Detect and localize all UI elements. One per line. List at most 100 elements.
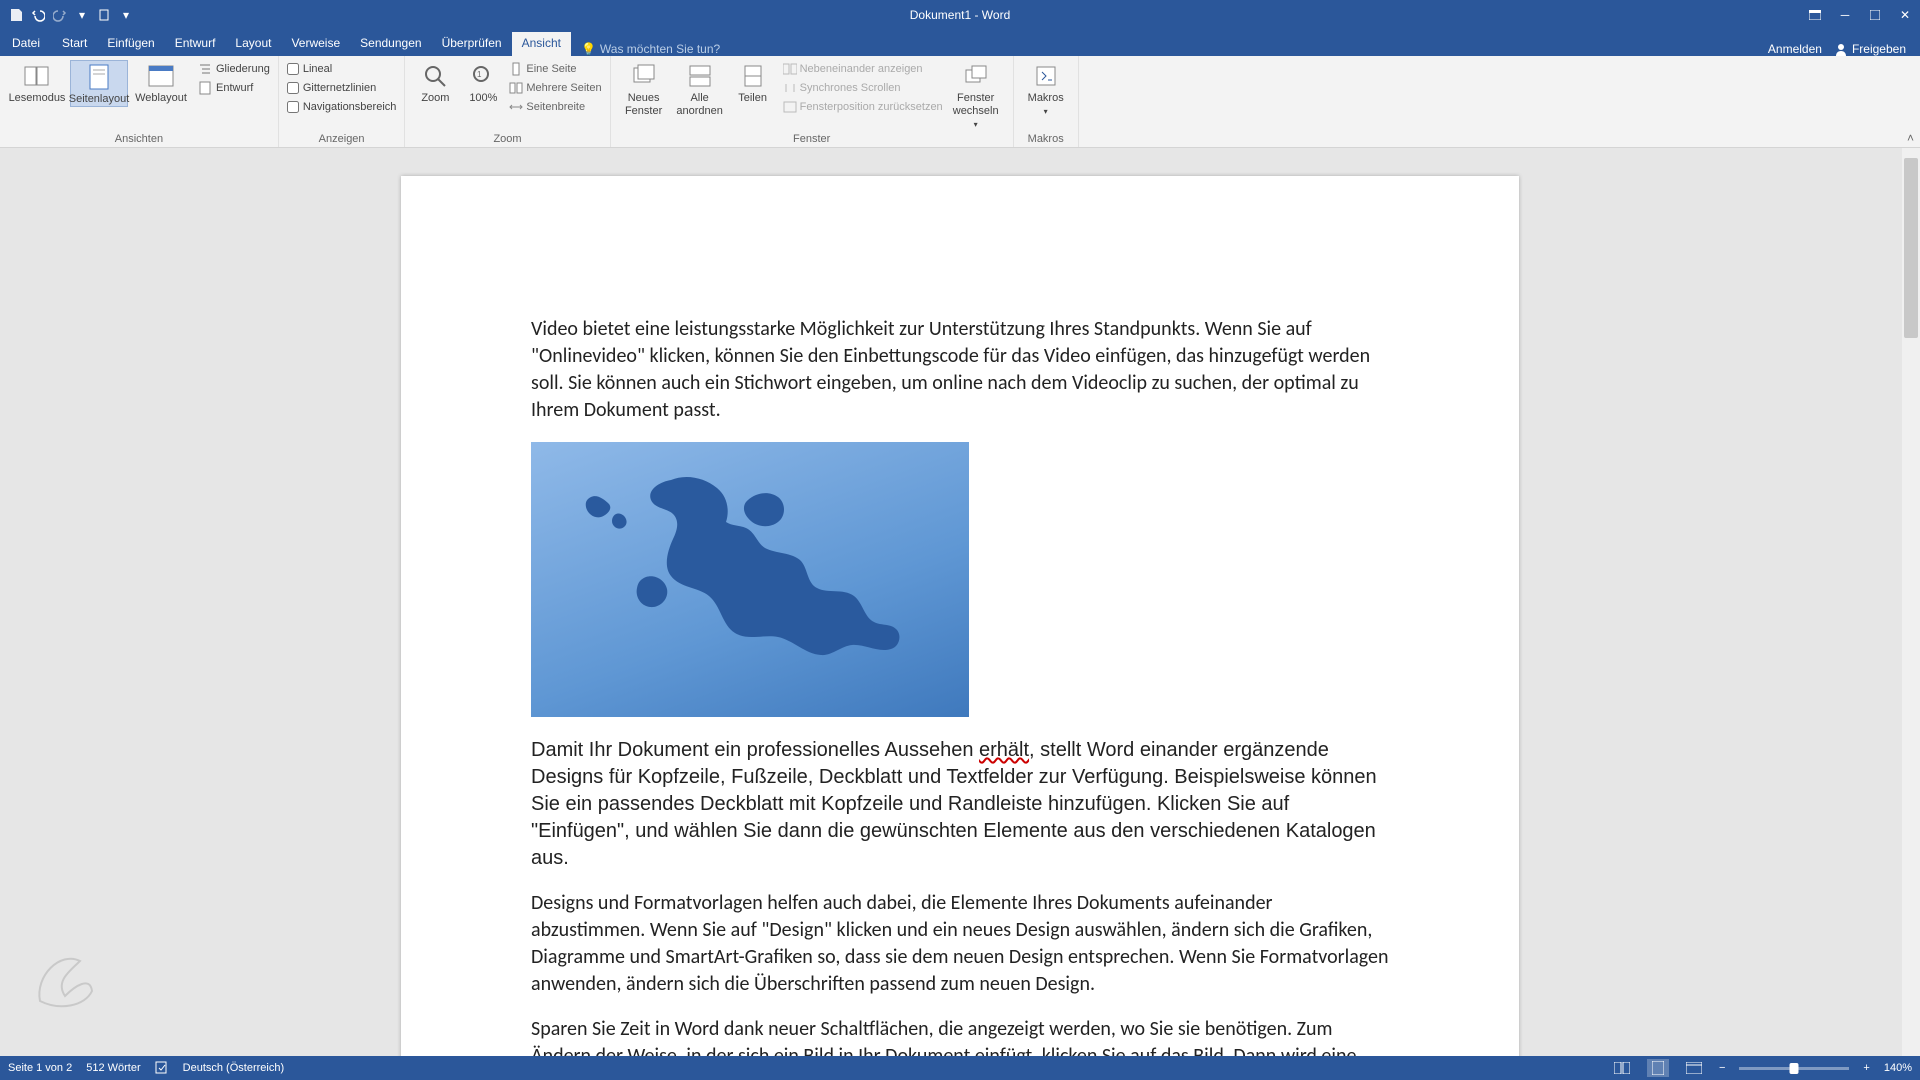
group-views: Lesemodus Seitenlayout Weblayout Glieder… (0, 56, 279, 147)
zoom-100-button[interactable]: 1 100% (461, 60, 505, 105)
collapse-ribbon-icon[interactable]: ˄ (1907, 131, 1914, 145)
split-icon (739, 62, 767, 90)
ruler-checkbox[interactable]: Lineal (287, 60, 397, 78)
macros-button[interactable]: Makros ▾ (1022, 60, 1070, 118)
page-width-icon (509, 100, 523, 114)
status-language[interactable]: Deutsch (Österreich) (183, 1062, 284, 1074)
web-layout-label: Weblayout (135, 92, 187, 105)
draft-icon (198, 81, 212, 95)
spell-error[interactable]: erhält (979, 739, 1029, 761)
group-views-label: Ansichten (8, 131, 270, 145)
person-icon (1834, 42, 1848, 56)
europe-map-image[interactable] (531, 442, 969, 717)
sync-scroll-button: Synchrones Scrollen (783, 79, 943, 97)
reset-pos-icon (783, 101, 797, 113)
quick-access-toolbar: ▾ ▾ (0, 5, 136, 25)
macros-label: Makros (1028, 92, 1064, 105)
outline-icon (198, 62, 212, 76)
paragraph[interactable]: Designs und Formatvorlagen helfen auch d… (531, 890, 1389, 998)
reading-mode-icon (23, 62, 51, 90)
status-word-count[interactable]: 512 Wörter (86, 1062, 140, 1074)
web-layout-icon (147, 62, 175, 90)
redo-icon[interactable] (50, 5, 70, 25)
zoom-100-icon: 1 (469, 62, 497, 90)
zoom-button[interactable]: Zoom (413, 60, 457, 105)
zoom-out-button[interactable]: − (1719, 1062, 1725, 1074)
group-show-label: Anzeigen (287, 131, 397, 145)
group-window: Neues Fenster Alle anordnen Teilen Neben… (611, 56, 1014, 147)
ribbon: Lesemodus Seitenlayout Weblayout Glieder… (0, 56, 1920, 148)
switch-windows-button[interactable]: Fenster wechseln ▾ (947, 60, 1005, 131)
document-page[interactable]: Video bietet eine leistungsstarke Möglic… (401, 176, 1519, 1056)
touch-mode-icon[interactable] (94, 5, 114, 25)
chevron-down-icon: ▾ (1044, 105, 1048, 118)
reset-position-button: Fensterposition zurücksetzen (783, 98, 943, 116)
zoom-slider[interactable] (1739, 1067, 1849, 1070)
print-layout-button[interactable]: Seitenlayout (70, 60, 128, 107)
tab-design[interactable]: Entwurf (165, 32, 226, 56)
arrange-all-button[interactable]: Alle anordnen (673, 60, 727, 118)
paragraph[interactable]: Sparen Sie Zeit in Word dank neuer Schal… (531, 1016, 1389, 1056)
group-macros: Makros ▾ Makros (1014, 56, 1079, 147)
share-label: Freigeben (1852, 42, 1906, 56)
tell-me-search[interactable]: 💡 Was möchten Sie tun? (581, 42, 720, 56)
tab-view[interactable]: Ansicht (512, 32, 571, 56)
macros-icon (1032, 62, 1060, 90)
page-width-button[interactable]: Seitenbreite (509, 98, 601, 116)
title-bar: ▾ ▾ Dokument1 - Word ─ ✕ (0, 0, 1920, 30)
tab-layout[interactable]: Layout (225, 32, 281, 56)
navpane-checkbox[interactable]: Navigationsbereich (287, 98, 397, 116)
save-icon[interactable] (6, 5, 26, 25)
tab-file[interactable]: Datei (0, 32, 52, 56)
draft-view-button[interactable]: Entwurf (198, 79, 270, 97)
ribbon-display-icon[interactable] (1800, 0, 1830, 30)
outline-label: Gliederung (216, 63, 270, 75)
zoom-label: Zoom (421, 92, 449, 105)
sync-scroll-icon (783, 82, 797, 94)
paragraph[interactable]: Video bietet eine leistungsstarke Möglic… (531, 316, 1389, 424)
paragraph[interactable]: Damit Ihr Dokument ein professionelles A… (531, 737, 1389, 872)
sign-in-link[interactable]: Anmelden (1768, 42, 1822, 56)
read-mode-view-icon[interactable] (1611, 1059, 1633, 1077)
undo-icon[interactable] (28, 5, 48, 25)
group-macros-label: Makros (1022, 131, 1070, 145)
draft-label: Entwurf (216, 82, 253, 94)
zoom-slider-knob[interactable] (1790, 1063, 1799, 1074)
web-layout-button[interactable]: Weblayout (132, 60, 190, 105)
outline-view-button[interactable]: Gliederung (198, 60, 270, 78)
tell-me-placeholder: Was möchten Sie tun? (600, 42, 720, 56)
side-by-side-button: Nebeneinander anzeigen (783, 60, 943, 78)
tab-start[interactable]: Start (52, 32, 97, 56)
tab-insert[interactable]: Einfügen (97, 32, 164, 56)
one-page-icon (509, 62, 523, 76)
minimize-icon[interactable]: ─ (1830, 0, 1860, 30)
status-page[interactable]: Seite 1 von 2 (8, 1062, 72, 1074)
tab-mailings[interactable]: Sendungen (350, 32, 431, 56)
split-label: Teilen (738, 92, 767, 105)
side-by-side-icon (783, 63, 797, 75)
share-button[interactable]: Freigeben (1834, 42, 1906, 56)
window-controls: ─ ✕ (1800, 0, 1920, 30)
reading-mode-button[interactable]: Lesemodus (8, 60, 66, 105)
split-button[interactable]: Teilen (731, 60, 775, 105)
zoom-level[interactable]: 140% (1884, 1062, 1912, 1074)
vertical-scrollbar[interactable] (1902, 148, 1920, 1056)
qat-more-icon[interactable]: ▾ (116, 5, 136, 25)
new-window-button[interactable]: Neues Fenster (619, 60, 669, 118)
maximize-icon[interactable] (1860, 0, 1890, 30)
status-bar: Seite 1 von 2 512 Wörter Deutsch (Österr… (0, 1056, 1920, 1080)
print-layout-label: Seitenlayout (69, 93, 130, 106)
zoom-in-button[interactable]: + (1863, 1062, 1869, 1074)
scrollbar-thumb[interactable] (1904, 158, 1918, 338)
proofing-icon[interactable] (155, 1060, 169, 1077)
close-icon[interactable]: ✕ (1890, 0, 1920, 30)
multi-page-button[interactable]: Mehrere Seiten (509, 79, 601, 97)
print-layout-view-icon[interactable] (1647, 1059, 1669, 1077)
tab-references[interactable]: Verweise (281, 32, 350, 56)
chevron-down-icon: ▾ (974, 118, 978, 131)
web-layout-view-icon[interactable] (1683, 1059, 1705, 1077)
one-page-button[interactable]: Eine Seite (509, 60, 601, 78)
customize-qat-icon[interactable]: ▾ (72, 5, 92, 25)
gridlines-checkbox[interactable]: Gitternetzlinien (287, 79, 397, 97)
tab-review[interactable]: Überprüfen (432, 32, 512, 56)
